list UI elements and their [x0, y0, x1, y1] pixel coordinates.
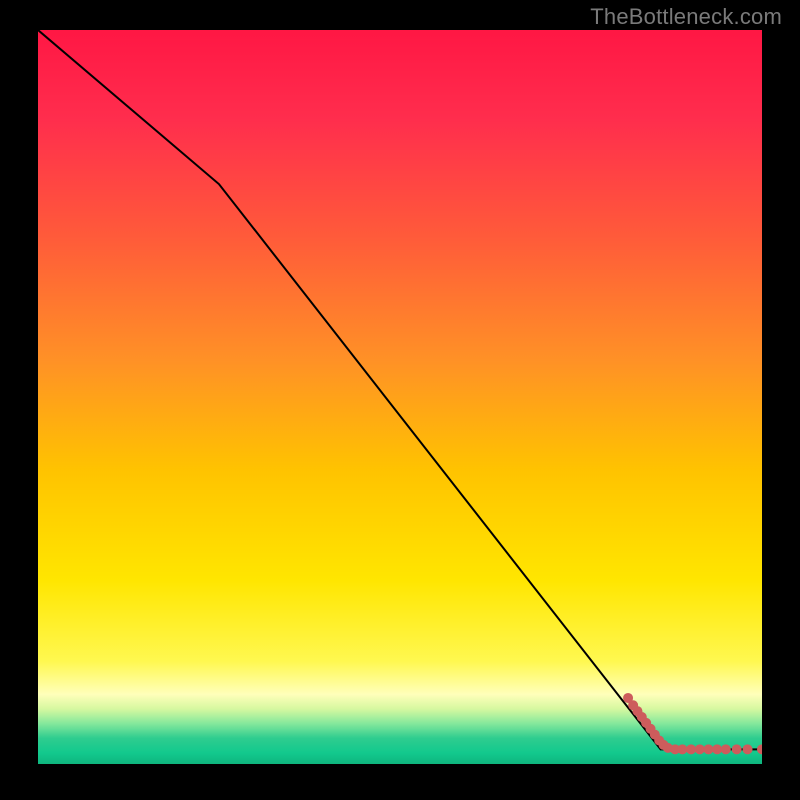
plot-area	[38, 30, 762, 764]
chart-frame: TheBottleneck.com	[0, 0, 800, 800]
scatter-point	[732, 744, 742, 754]
attribution-label: TheBottleneck.com	[590, 4, 782, 30]
scatter-point	[695, 744, 705, 754]
chart-svg	[38, 30, 762, 764]
scatter-point	[712, 744, 722, 754]
gradient-background	[38, 30, 762, 764]
scatter-point	[743, 744, 753, 754]
scatter-point	[686, 744, 696, 754]
scatter-point	[721, 744, 731, 754]
scatter-point	[677, 744, 687, 754]
scatter-point	[703, 744, 713, 754]
